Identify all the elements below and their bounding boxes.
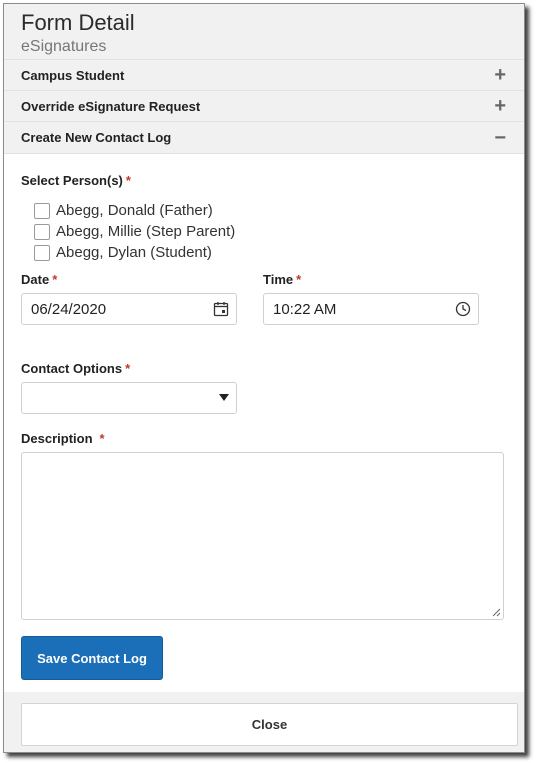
expand-icon[interactable]: + — [494, 65, 506, 85]
required-mark: * — [52, 272, 58, 287]
close-button[interactable]: Close — [21, 703, 518, 746]
select-persons-label: Select Person(s) * — [21, 173, 131, 188]
person-checkbox[interactable] — [34, 244, 50, 261]
panel-footer: Close — [4, 692, 524, 752]
date-value: 06/24/2020 — [31, 300, 107, 318]
person-option[interactable]: Abegg, Donald (Father) — [34, 202, 213, 219]
description-textarea[interactable] — [21, 452, 504, 620]
section-label: Create New Contact Log — [21, 130, 172, 145]
collapse-icon[interactable]: − — [494, 128, 506, 148]
required-mark: * — [99, 431, 105, 446]
description-label: Description * — [21, 431, 105, 446]
contact-options-select[interactable] — [21, 382, 237, 414]
time-label-text: Time — [263, 272, 294, 287]
panel-header: Form Detail eSignatures — [4, 4, 524, 64]
section-override-esignature[interactable]: Override eSignature Request + — [4, 90, 524, 121]
contact-options-label: Contact Options * — [21, 361, 130, 376]
form-detail-panel: Form Detail eSignatures Campus Student +… — [3, 3, 525, 753]
panel-subtitle: eSignatures — [21, 38, 107, 55]
contact-options-text: Contact Options — [21, 361, 123, 376]
section-label: Override eSignature Request — [21, 98, 201, 114]
person-option[interactable]: Abegg, Dylan (Student) — [34, 244, 212, 261]
resize-handle-icon[interactable] — [491, 607, 501, 617]
panel-title: Form Detail — [21, 10, 135, 35]
time-value: 10:22 AM — [273, 300, 337, 318]
time-label: Time * — [263, 272, 301, 287]
person-label: Abegg, Donald (Father) — [56, 202, 213, 219]
section-label: Campus Student — [21, 67, 125, 83]
section-campus-student[interactable]: Campus Student + — [4, 59, 524, 90]
required-mark: * — [296, 272, 302, 287]
person-label: Abegg, Dylan (Student) — [56, 244, 212, 261]
calendar-icon[interactable] — [206, 294, 236, 324]
section-create-contact-log[interactable]: Create New Contact Log − — [4, 121, 524, 154]
select-persons-text: Select Person(s) — [21, 173, 123, 188]
required-mark: * — [125, 361, 131, 376]
description-label-text: Description — [21, 431, 93, 446]
date-label-text: Date — [21, 272, 50, 287]
caret-down-icon[interactable] — [219, 394, 229, 401]
date-input[interactable]: 06/24/2020 — [21, 293, 237, 325]
time-input[interactable]: 10:22 AM — [263, 293, 479, 325]
required-mark: * — [125, 173, 131, 188]
date-label: Date * — [21, 272, 57, 287]
expand-icon[interactable]: + — [494, 96, 506, 116]
clock-icon[interactable] — [448, 294, 478, 324]
person-checkbox[interactable] — [34, 202, 50, 219]
person-checkbox[interactable] — [34, 223, 50, 240]
person-option[interactable]: Abegg, Millie (Step Parent) — [34, 223, 235, 240]
person-label: Abegg, Millie (Step Parent) — [56, 223, 236, 240]
save-contact-log-button[interactable]: Save Contact Log — [21, 636, 163, 680]
